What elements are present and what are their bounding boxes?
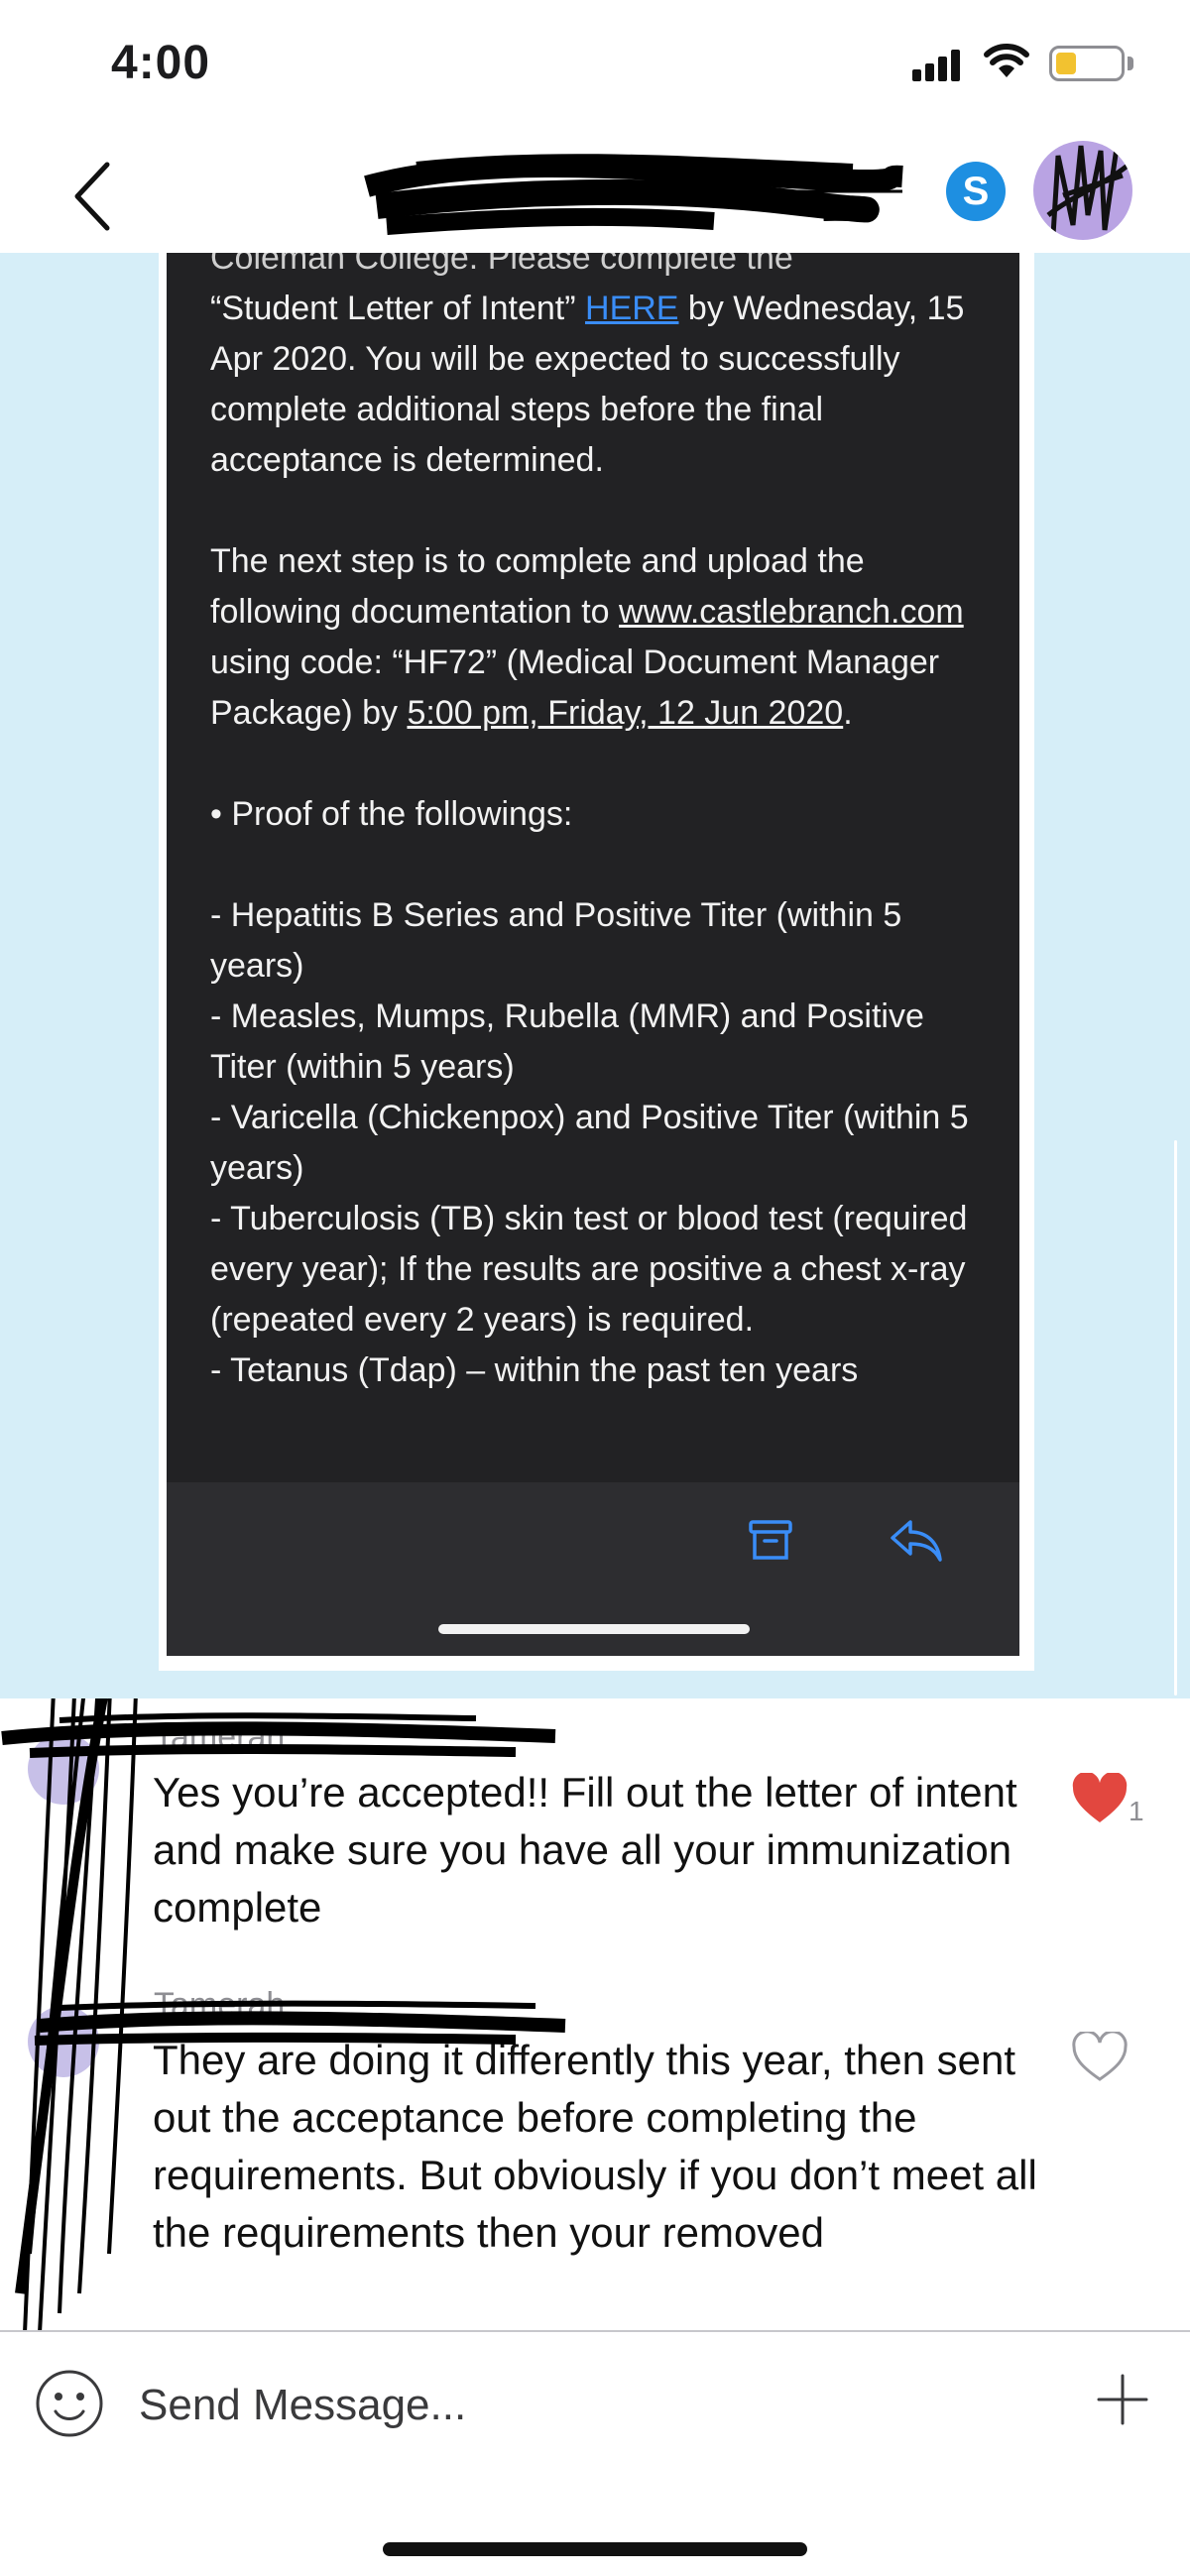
redaction-scribble [364, 154, 903, 235]
letter-of-intent-link[interactable]: HERE [585, 290, 678, 327]
chat-title[interactable] [364, 154, 903, 235]
heart-filled-icon[interactable] [1071, 1773, 1129, 1824]
text-span: “Student Letter of Intent” [210, 290, 586, 327]
requirement-item: - Measles, Mumps, Rubella (MMR) and Posi… [210, 997, 933, 1086]
redaction-scribble [1046, 141, 1130, 236]
message-input[interactable] [139, 2376, 1031, 2435]
chat-header: S [0, 129, 1190, 253]
requirement-item: - Hepatitis B Series and Positive Titer … [210, 896, 911, 985]
email-cut-line: Coleman College. Please complete the [210, 253, 793, 277]
redaction-scribble [1, 1698, 566, 2333]
scrollbar[interactable] [1174, 1140, 1177, 1696]
wifi-icon [984, 44, 1029, 77]
home-indicator [438, 1624, 750, 1634]
status-time: 4:00 [111, 37, 211, 89]
requirement-item: - Varicella (Chickenpox) and Positive Ti… [210, 1099, 979, 1187]
message-list: Tamerah Yes you’re accepted!! Fill out t… [0, 1698, 1190, 2333]
message-composer [0, 2330, 1190, 2576]
plus-icon[interactable] [1095, 2372, 1150, 2427]
email-toolbar [167, 1482, 1019, 1656]
castlebranch-link[interactable]: www.castlebranch.com [619, 593, 964, 631]
status-bar: 4:00 [0, 0, 1190, 129]
deadline-date: 5:00 pm, Friday, 12 Jun 2020 [407, 694, 844, 732]
requirement-item: - Tuberculosis (TB) skin test or blood t… [210, 1200, 977, 1339]
email-paragraph-1: “Student Letter of Intent” HERE by Wedne… [210, 284, 984, 486]
text-span: . [843, 694, 853, 732]
requirement-item: - Tetanus (Tdap) – within the past ten y… [210, 1351, 859, 1389]
heart-outline-icon[interactable] [1071, 2032, 1129, 2083]
cellular-signal-icon [912, 50, 962, 81]
shared-image-container: Coleman College. Please complete the “St… [0, 253, 1190, 1698]
contact-avatar[interactable] [1033, 141, 1132, 240]
proof-heading: • Proof of the followings: [210, 795, 573, 833]
email-body: Coleman College. Please complete the “St… [210, 253, 984, 1396]
shared-email-screenshot[interactable]: Coleman College. Please complete the “St… [167, 253, 1019, 1656]
battery-icon [1049, 46, 1125, 81]
home-indicator [383, 2542, 807, 2556]
battery-tip [1128, 57, 1133, 70]
back-chevron-icon[interactable] [65, 157, 125, 236]
email-paragraph-2: The next step is to complete and upload … [210, 536, 984, 739]
reply-icon[interactable] [889, 1516, 944, 1564]
emoji-icon[interactable] [34, 2368, 105, 2439]
skype-call-button[interactable]: S [946, 162, 1006, 221]
skype-icon: S [962, 170, 990, 213]
archive-icon[interactable] [747, 1516, 794, 1564]
like-count: 1 [1129, 1796, 1144, 1826]
